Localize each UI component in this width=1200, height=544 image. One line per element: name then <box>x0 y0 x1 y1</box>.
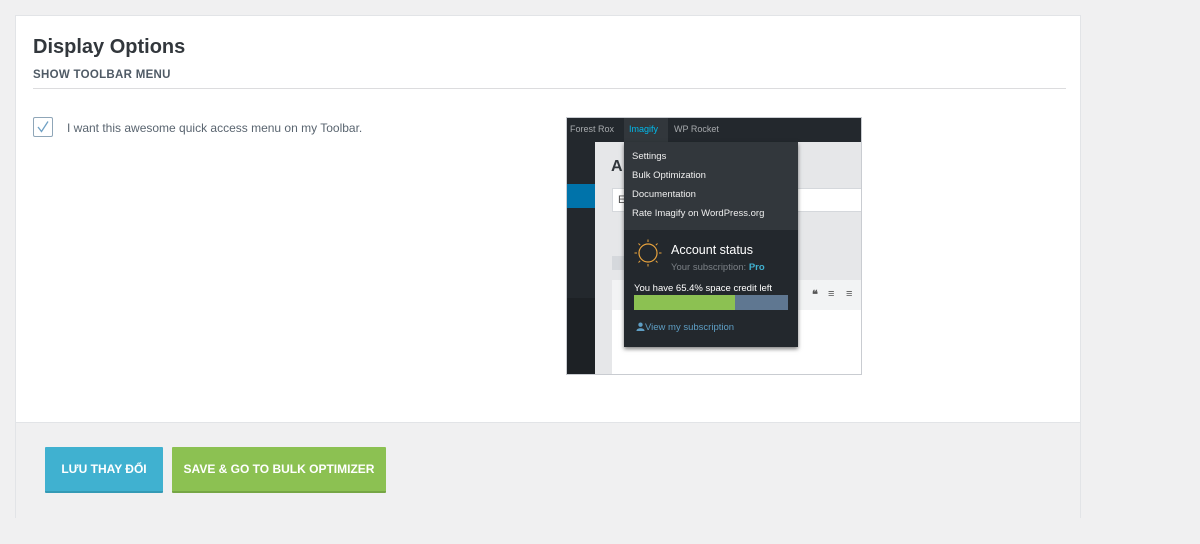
user-icon <box>636 322 645 331</box>
preview-admin-bar: Forest Rox Imagify WP Rocket <box>567 118 861 142</box>
save-changes-button[interactable]: LƯU THAY ĐỔI <box>45 447 163 493</box>
display-options-panel: Display Options SHOW TOOLBAR MENU I want… <box>15 15 1081 518</box>
section-title: Display Options <box>33 36 186 58</box>
dropdown-item-settings: Settings <box>632 151 667 162</box>
account-status-box: Account status Your subscription: Pro Yo… <box>624 230 798 347</box>
sun-icon <box>634 239 662 267</box>
toolbar-menu-label: I want this awesome quick access menu on… <box>67 121 363 135</box>
divider <box>33 88 1066 89</box>
preview-chip <box>612 256 624 270</box>
form-footer: LƯU THAY ĐỔI SAVE & GO TO BULK OPTIMIZER <box>16 422 1080 518</box>
toolbar-preview-image: Forest Rox Imagify WP Rocket A E ❝ ≡ ≡ S… <box>566 117 862 375</box>
subscription-plan: Pro <box>748 262 765 273</box>
preview-sidebar-lower <box>567 298 595 374</box>
toolbar-menu-checkbox[interactable] <box>33 117 53 137</box>
align-icon: ≡ <box>846 288 853 300</box>
quote-icon: ❝ <box>812 289 818 301</box>
view-subscription-link: View my subscription <box>636 322 734 333</box>
subscription-label: Your subscription: <box>671 262 747 273</box>
preview-sidebar-active <box>567 184 595 208</box>
view-subscription-label: View my subscription <box>645 322 735 333</box>
checkmark-icon <box>37 121 49 133</box>
section-subtitle: SHOW TOOLBAR MENU <box>33 69 171 81</box>
save-and-bulk-optimizer-button[interactable]: SAVE & GO TO BULK OPTIMIZER <box>172 447 386 493</box>
subscription-line: Your subscription: Pro <box>671 262 765 273</box>
account-status-title: Account status <box>671 243 753 257</box>
credit-progress-bar <box>634 295 788 310</box>
preview-admin-bar-item: Forest Rox <box>570 124 615 134</box>
dropdown-item-rate: Rate Imagify on WordPress.org <box>632 208 765 219</box>
credit-progress-fill <box>634 295 735 310</box>
imagify-dropdown-menu: Settings Bulk Optimization Documentation… <box>624 142 798 347</box>
preview-admin-bar-item-imagify: Imagify <box>629 124 659 134</box>
dropdown-item-bulk-optimization: Bulk Optimization <box>632 170 706 181</box>
preview-admin-bar-item: WP Rocket <box>674 124 719 134</box>
preview-heading: A <box>611 158 623 175</box>
align-icon: ≡ <box>828 288 835 300</box>
credit-text: You have 65.4% space credit left <box>634 283 773 294</box>
dropdown-item-documentation: Documentation <box>632 189 696 200</box>
